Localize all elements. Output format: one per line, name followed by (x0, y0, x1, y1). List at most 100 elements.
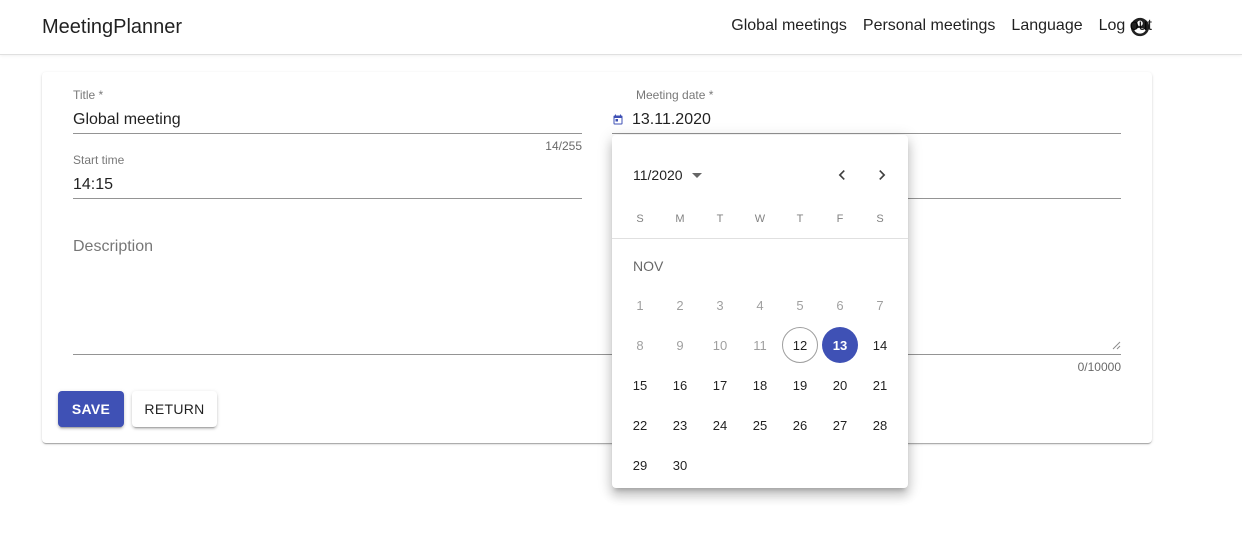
calendar-day-number: 19 (792, 377, 808, 393)
meeting-date-input[interactable]: 13.11.2020 (632, 111, 711, 129)
calendar-day: 3 (700, 285, 740, 325)
resize-handle-icon[interactable] (1112, 341, 1121, 350)
weekday-label: W (754, 213, 766, 225)
calendar-day: 6 (820, 285, 860, 325)
calendar-day[interactable]: 21 (860, 365, 900, 405)
description-field[interactable]: Description 0/10000 (73, 238, 1121, 378)
calendar-day-number: 27 (832, 417, 848, 433)
calendar-day-number: 18 (752, 377, 768, 393)
dropdown-caret-icon (691, 172, 702, 178)
weekday-label: M (675, 213, 685, 225)
calendar-day-number: 29 (632, 457, 648, 473)
calendar-day[interactable]: 18 (740, 365, 780, 405)
weekday-label: T (716, 213, 724, 225)
weekday-label: S (876, 213, 884, 225)
date-picker-popup: 11/2020 SMTWTFS NOV 1 2 3 4 5 6 7 8 9 10 11 12 13 14 1… (612, 135, 908, 488)
day-grid: 1 2 3 4 5 6 7 8 9 10 11 12 13 14 15 16 17 18 19 20 21 22 23 24 2… (620, 285, 900, 485)
calendar-day[interactable]: 17 (700, 365, 740, 405)
start-time-field[interactable]: Start time 14:15 (73, 153, 582, 203)
calendar-day[interactable]: 26 (780, 405, 820, 445)
calendar-day-number: 23 (672, 417, 688, 433)
calendar-day[interactable]: 16 (660, 365, 700, 405)
calendar-day[interactable]: 28 (860, 405, 900, 445)
calendar-day: 9 (660, 325, 700, 365)
calendar-day-number: 30 (672, 457, 688, 473)
calendar-day-number: 25 (752, 417, 768, 433)
meeting-date-label: Meeting date * (636, 88, 714, 102)
calendar-day-number: 15 (632, 377, 648, 393)
meeting-date-field[interactable]: Meeting date * 13.11.2020 (612, 88, 1121, 138)
calendar-day[interactable]: 23 (660, 405, 700, 445)
calendar-day: 2 (660, 285, 700, 325)
start-time-underline (73, 198, 582, 199)
calendar-day[interactable]: 29 (620, 445, 660, 485)
calendar-day-number: 2 (676, 297, 684, 313)
calendar-day: 5 (780, 285, 820, 325)
nav-personal-meetings[interactable]: Personal meetings (863, 17, 996, 35)
top-app-bar: MeetingPlanner Global meetings Personal … (0, 0, 1242, 55)
calendar-day-number: 14 (872, 337, 888, 353)
calendar-day-number: 21 (872, 377, 888, 393)
calendar-day[interactable]: 27 (820, 405, 860, 445)
calendar-day[interactable]: 22 (620, 405, 660, 445)
weekday-label: F (836, 213, 844, 225)
calendar-day-number: 16 (672, 377, 688, 393)
calendar-day[interactable]: 20 (820, 365, 860, 405)
calendar-day[interactable]: 24 (700, 405, 740, 445)
calendar-day: 11 (740, 325, 780, 365)
meeting-form-card: Title * Global meeting 14/255 Meeting da… (42, 72, 1152, 443)
month-label: NOV (633, 258, 664, 274)
calendar-day[interactable]: 14 (860, 325, 900, 365)
title-label: Title * (73, 88, 104, 102)
title-input[interactable]: Global meeting (73, 109, 582, 131)
start-time-label: Start time (73, 153, 125, 167)
calendar-day-number: 7 (876, 297, 884, 313)
weekday-label: S (636, 213, 644, 225)
calendar-day-number: 22 (632, 417, 648, 433)
nav-global-meetings[interactable]: Global meetings (731, 17, 847, 35)
calendar-day[interactable]: 15 (620, 365, 660, 405)
title-char-counter: 14/255 (545, 139, 582, 153)
nav-language[interactable]: Language (1011, 17, 1082, 35)
calendar-day: 4 (740, 285, 780, 325)
calendar-day-number: 13 (822, 327, 858, 363)
calendar-day-number: 3 (716, 297, 724, 313)
save-button[interactable]: SAVE (58, 391, 124, 427)
calendar-day: 1 (620, 285, 660, 325)
calendar-day-number: 6 (836, 297, 844, 313)
calendar-day[interactable]: 30 (660, 445, 700, 485)
calendar-day-number: 1 (636, 297, 644, 313)
weekday-divider (612, 238, 908, 239)
meeting-date-underline (612, 133, 1121, 134)
calendar-day[interactable]: 25 (740, 405, 780, 445)
calendar-day-number: 9 (676, 337, 684, 353)
calendar-day[interactable]: 12 (780, 325, 820, 365)
weekday-label: T (796, 213, 804, 225)
top-nav: Global meetings Personal meetings Langua… (731, 17, 1152, 35)
calendar-day-number: 17 (712, 377, 728, 393)
calendar-day-number: 5 (796, 297, 804, 313)
title-underline (73, 133, 582, 134)
calendar-day-number: 28 (872, 417, 888, 433)
description-char-counter: 0/10000 (1077, 360, 1121, 374)
title-field[interactable]: Title * Global meeting 14/255 (73, 88, 582, 153)
chevron-left-icon[interactable] (832, 165, 852, 185)
return-button[interactable]: RETURN (132, 391, 217, 427)
description-underline (73, 354, 1121, 355)
start-time-input[interactable]: 14:15 (73, 174, 582, 196)
calendar-day: 8 (620, 325, 660, 365)
calendar-day-number: 10 (712, 337, 728, 353)
calendar-day[interactable]: 19 (780, 365, 820, 405)
calendar-icon[interactable] (612, 114, 624, 126)
description-label: Description (73, 238, 154, 255)
chevron-right-icon[interactable] (872, 165, 892, 185)
account-circle-icon[interactable] (1129, 16, 1151, 38)
weekday-header: SMTWTFS (620, 213, 900, 225)
calendar-day-number: 24 (712, 417, 728, 433)
calendar-day-number: 20 (832, 377, 848, 393)
app-brand[interactable]: MeetingPlanner (42, 16, 182, 39)
period-selector[interactable]: 11/2020 (633, 167, 702, 183)
calendar-day: 10 (700, 325, 740, 365)
calendar-day-selected[interactable]: 13 (820, 325, 860, 365)
calendar-day-number: 4 (756, 297, 764, 313)
